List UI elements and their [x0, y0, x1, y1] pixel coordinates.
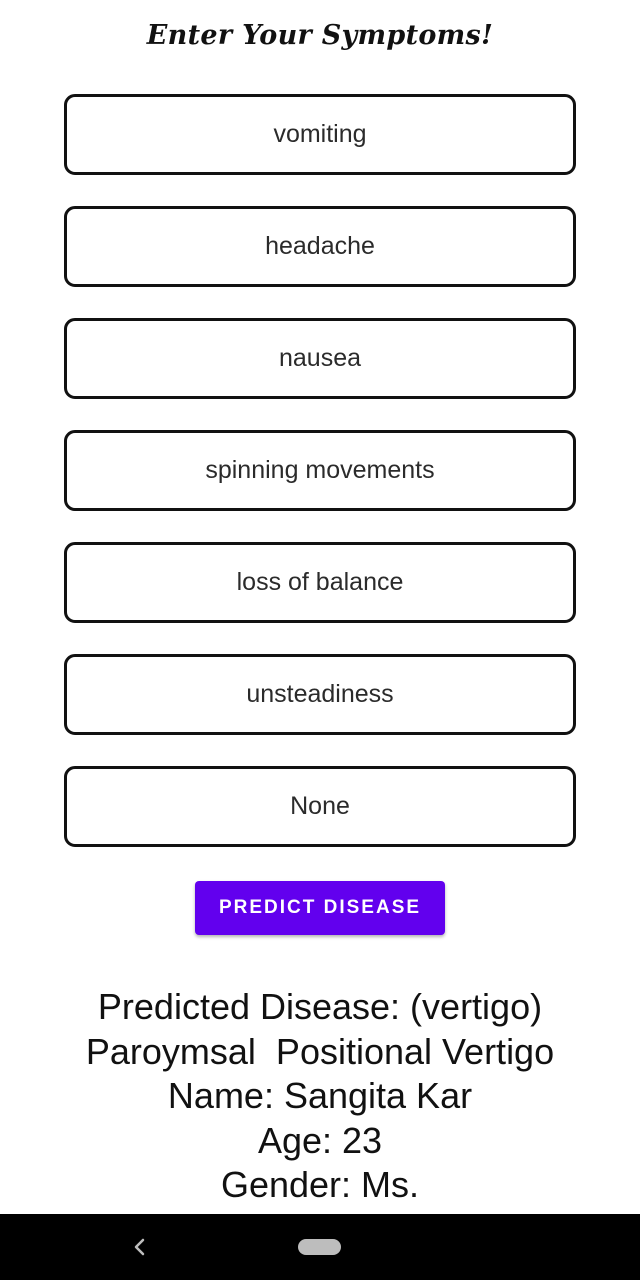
page-title: Enter Your Symptoms! [146, 20, 494, 51]
symptom-field-7[interactable]: None [64, 766, 576, 847]
symptom-field-5[interactable]: loss of balance [64, 542, 576, 623]
disease-name-text: Paroymsal Positional Vertigo [85, 1030, 555, 1072]
predicted-disease-text: Predicted Disease: (vertigo) [97, 986, 543, 1027]
symptom-field-4[interactable]: spinning movements [64, 430, 576, 511]
symptom-field-1[interactable]: vomiting [64, 94, 576, 175]
system-navigation-bar [0, 1214, 640, 1280]
patient-name-text: Name: Sangita Kar [167, 1075, 473, 1116]
chevron-left-icon[interactable] [129, 1234, 149, 1260]
home-pill-icon[interactable] [298, 1239, 341, 1255]
prediction-result: Predicted Disease: (vertigo) Paroymsal P… [0, 985, 640, 1208]
patient-gender-text: Gender: Ms. [220, 1164, 420, 1205]
symptom-field-3[interactable]: nausea [64, 318, 576, 399]
predict-disease-button[interactable]: PREDICT DISEASE [195, 881, 445, 935]
symptom-list: vomiting headache nausea spinning moveme… [64, 94, 576, 878]
patient-age-text: Age: 23 [257, 1119, 383, 1161]
symptom-field-6[interactable]: unsteadiness [64, 654, 576, 735]
symptom-field-2[interactable]: headache [64, 206, 576, 287]
